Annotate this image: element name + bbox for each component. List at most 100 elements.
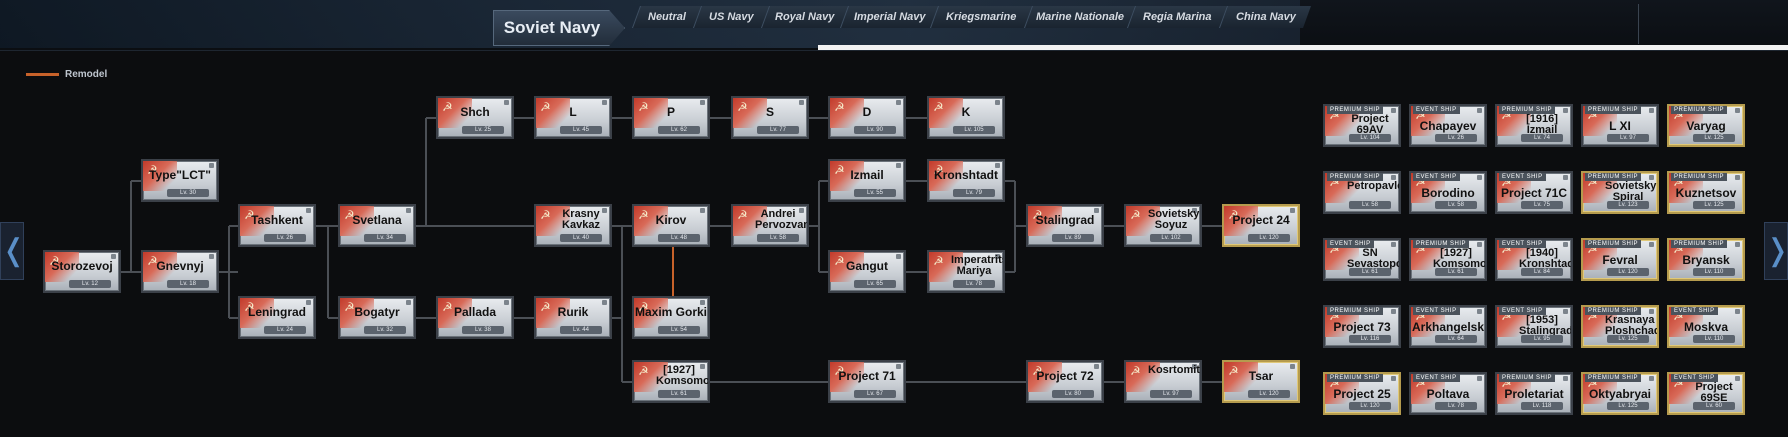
ship-card[interactable]: ☭ Project 24 Lv. 120	[1222, 204, 1300, 247]
special-ship-card[interactable]: ☭ [1953] Stalingrad Lv. 95 EVENT SHIP	[1495, 305, 1573, 348]
ship-card[interactable]: ☭ Kronshtadt Lv. 79	[927, 159, 1005, 202]
ship-card[interactable]: ☭ Leningrad Lv. 24	[238, 296, 316, 339]
ship-card[interactable]: ☭ Gnevnyj Lv. 18	[141, 250, 219, 293]
prev-page-button[interactable]: ❬	[0, 222, 26, 280]
ship-level: Lv. 45	[560, 126, 602, 134]
ship-name: [1953] Stalingrad	[1519, 314, 1573, 337]
corner-icon	[1477, 175, 1482, 180]
special-ship-card[interactable]: ☭ SN Sevastopol Lv. 61 EVENT SHIP	[1323, 238, 1401, 281]
ship-card[interactable]: ☭ Gangut Lv. 65	[828, 250, 906, 293]
ship-card[interactable]: ☭ Storozevoj Lv. 12	[43, 250, 121, 293]
special-ship-card[interactable]: ☭ Varyag Lv. 125 PREMIUM SHIP	[1667, 104, 1745, 147]
special-ship-card[interactable]: ☭ Moskva Lv. 110 EVENT SHIP	[1667, 305, 1745, 348]
ship-card[interactable]: ☭[1927] KomsomoletsLv. 61	[632, 360, 710, 403]
corner-icon	[799, 100, 804, 105]
special-ship-card[interactable]: ☭ [1940] Kronshtadt Lv. 84 EVENT SHIP	[1495, 238, 1573, 281]
ship-card[interactable]: ☭Imperatritsa MariyaLv. 78	[927, 250, 1005, 293]
special-ship-card[interactable]: ☭ Arkhangelsk Lv. 64 EVENT SHIP	[1409, 305, 1487, 348]
ship-card[interactable]: ☭ Tashkent Lv. 26	[238, 204, 316, 247]
ship-card[interactable]: ☭ D Lv. 90	[828, 96, 906, 139]
ship-name: Krasnaya Ploshchad	[1605, 314, 1659, 337]
next-page-button[interactable]: ❭	[1764, 222, 1788, 280]
ship-card[interactable]: ☭ Tsar Lv. 120	[1222, 360, 1300, 403]
special-ship-card[interactable]: ☭ Project 73 Lv. 116 PREMIUM SHIP	[1323, 305, 1401, 348]
corner-icon	[1563, 309, 1568, 314]
corner-icon	[1477, 376, 1482, 381]
corner-icon	[1563, 108, 1568, 113]
ship-name: Project 24	[1232, 213, 1290, 227]
ship-level: Lv. 65	[854, 280, 896, 288]
ship-card[interactable]: ☭KosrtomitinovaLv. 97	[1124, 360, 1202, 403]
corner-icon	[1391, 242, 1396, 247]
corner-icon	[896, 163, 901, 168]
ship-level: Lv. 30	[167, 189, 209, 197]
corner-icon	[209, 254, 214, 259]
special-ship-card[interactable]: ☭ Project 69AV Lv. 104 PREMIUM SHIP	[1323, 104, 1401, 147]
corner-icon	[504, 100, 509, 105]
ship-level: Lv. 74	[1521, 134, 1563, 142]
special-ship-card[interactable]: ☭ Sovietsky Spiral Lv. 123 PREMIUM SHIP	[1581, 171, 1659, 214]
special-ship-card[interactable]: ☭[1927] KomsomoletsLv. 61PREMIUM SHIP	[1409, 238, 1487, 281]
special-ship-card[interactable]: ☭ Bryansk Lv. 110 PREMIUM SHIP	[1667, 238, 1745, 281]
ship-card[interactable]: ☭ Kirov Lv. 48	[632, 204, 710, 247]
ship-card[interactable]: ☭ P Lv. 62	[632, 96, 710, 139]
ship-card[interactable]: ☭ Pallada Lv. 38	[436, 296, 514, 339]
ship-card[interactable]: ☭ K Lv. 105	[927, 96, 1005, 139]
ship-level: Lv. 125	[1607, 402, 1649, 410]
ship-card[interactable]: ☭ S Lv. 77	[731, 96, 809, 139]
chevron-right-icon: ❭	[1765, 234, 1788, 267]
corner-icon	[1735, 376, 1740, 381]
special-ship-card[interactable]: ☭ [1916] Izmail Lv. 74 PREMIUM SHIP	[1495, 104, 1573, 147]
special-ship-card[interactable]: ☭ Poltava Lv. 78 EVENT SHIP	[1409, 372, 1487, 415]
ship-tag: PREMIUM SHIP	[1671, 240, 1728, 248]
ship-tag: EVENT SHIP	[1413, 106, 1460, 114]
special-ship-card[interactable]: ☭PetropavlovskLv. 58PREMIUM SHIP	[1323, 171, 1401, 214]
ship-level: Lv. 89	[1052, 234, 1094, 242]
special-ship-card[interactable]: ☭ Kuznetsov Lv. 125 PREMIUM SHIP	[1667, 171, 1745, 214]
corner-icon	[1563, 242, 1568, 247]
ship-name: Sovietsky Soyuz	[1148, 208, 1200, 231]
special-ship-card[interactable]: ☭ Proletariat Lv. 118 PREMIUM SHIP	[1495, 372, 1573, 415]
ship-level: Lv. 44	[560, 326, 602, 334]
ship-card[interactable]: ☭ L Lv. 45	[534, 96, 612, 139]
ship-card[interactable]: ☭ Maxim Gorki Lv. 54	[632, 296, 710, 339]
special-ship-card[interactable]: ☭ Fevral Lv. 120 PREMIUM SHIP	[1581, 238, 1659, 281]
corner-icon	[995, 100, 1000, 105]
ship-level: Lv. 80	[1052, 390, 1094, 398]
ship-card[interactable]: ☭ Sovietsky Soyuz Lv. 102	[1124, 204, 1202, 247]
special-ship-card[interactable]: ☭ Project 25 Lv. 120 PREMIUM SHIP	[1323, 372, 1401, 415]
corner-icon	[1391, 309, 1396, 314]
ship-level: Lv. 26	[1435, 134, 1477, 142]
ship-card[interactable]: ☭ Project 71 Lv. 67	[828, 360, 906, 403]
ship-level: Lv. 25	[462, 126, 504, 134]
ship-card[interactable]: ☭ Stalingrad Lv. 89	[1026, 204, 1104, 247]
ship-level: Lv. 26	[264, 234, 306, 242]
ship-name: SN Sevastopol	[1347, 247, 1401, 270]
special-ship-card[interactable]: ☭ Borodino Lv. 58 EVENT SHIP	[1409, 171, 1487, 214]
ship-card[interactable]: ☭ Project 72 Lv. 80	[1026, 360, 1104, 403]
corner-icon	[406, 208, 411, 213]
ship-level: Lv. 105	[953, 126, 995, 134]
ship-level: Lv. 58	[757, 234, 799, 242]
special-ship-card[interactable]: ☭ Project 69SE Lv. 60 EVENT SHIP	[1667, 372, 1745, 415]
ship-level: Lv. 38	[462, 326, 504, 334]
special-ship-card[interactable]: ☭ Krasnaya Ploshchad Lv. 125 PREMIUM SHIP	[1581, 305, 1659, 348]
ship-card[interactable]: ☭ Rurik Lv. 44	[534, 296, 612, 339]
ship-card[interactable]: ☭ Bogatyr Lv. 32	[338, 296, 416, 339]
ship-name: [1927] Komsomolets	[656, 364, 710, 387]
ship-name: Sovietsky Spiral	[1605, 180, 1657, 203]
special-ship-card[interactable]: ☭ Chapayev Lv. 26 EVENT SHIP	[1409, 104, 1487, 147]
special-ship-card[interactable]: ☭ L XI Lv. 97 PREMIUM SHIP	[1581, 104, 1659, 147]
ship-name: Project 25	[1333, 387, 1391, 401]
ship-level: Lv. 75	[1521, 201, 1563, 209]
ship-card[interactable]: ☭ Type"LCT" Lv. 30	[141, 159, 219, 202]
special-ship-card[interactable]: ☭ Oktyabryai Lv. 125 PREMIUM SHIP	[1581, 372, 1659, 415]
ship-level: Lv. 123	[1607, 201, 1649, 209]
ship-card[interactable]: ☭ Krasny Kavkaz Lv. 40	[534, 204, 612, 247]
ship-card[interactable]: ☭ Izmail Lv. 55	[828, 159, 906, 202]
special-ship-card[interactable]: ☭ Project 71C Lv. 75 EVENT SHIP	[1495, 171, 1573, 214]
ship-card[interactable]: ☭ Shch Lv. 25	[436, 96, 514, 139]
ship-card[interactable]: ☭ Svetlana Lv. 34	[338, 204, 416, 247]
corner-icon	[504, 300, 509, 305]
ship-card[interactable]: ☭Andrei PervozvannyLv. 58	[731, 204, 809, 247]
